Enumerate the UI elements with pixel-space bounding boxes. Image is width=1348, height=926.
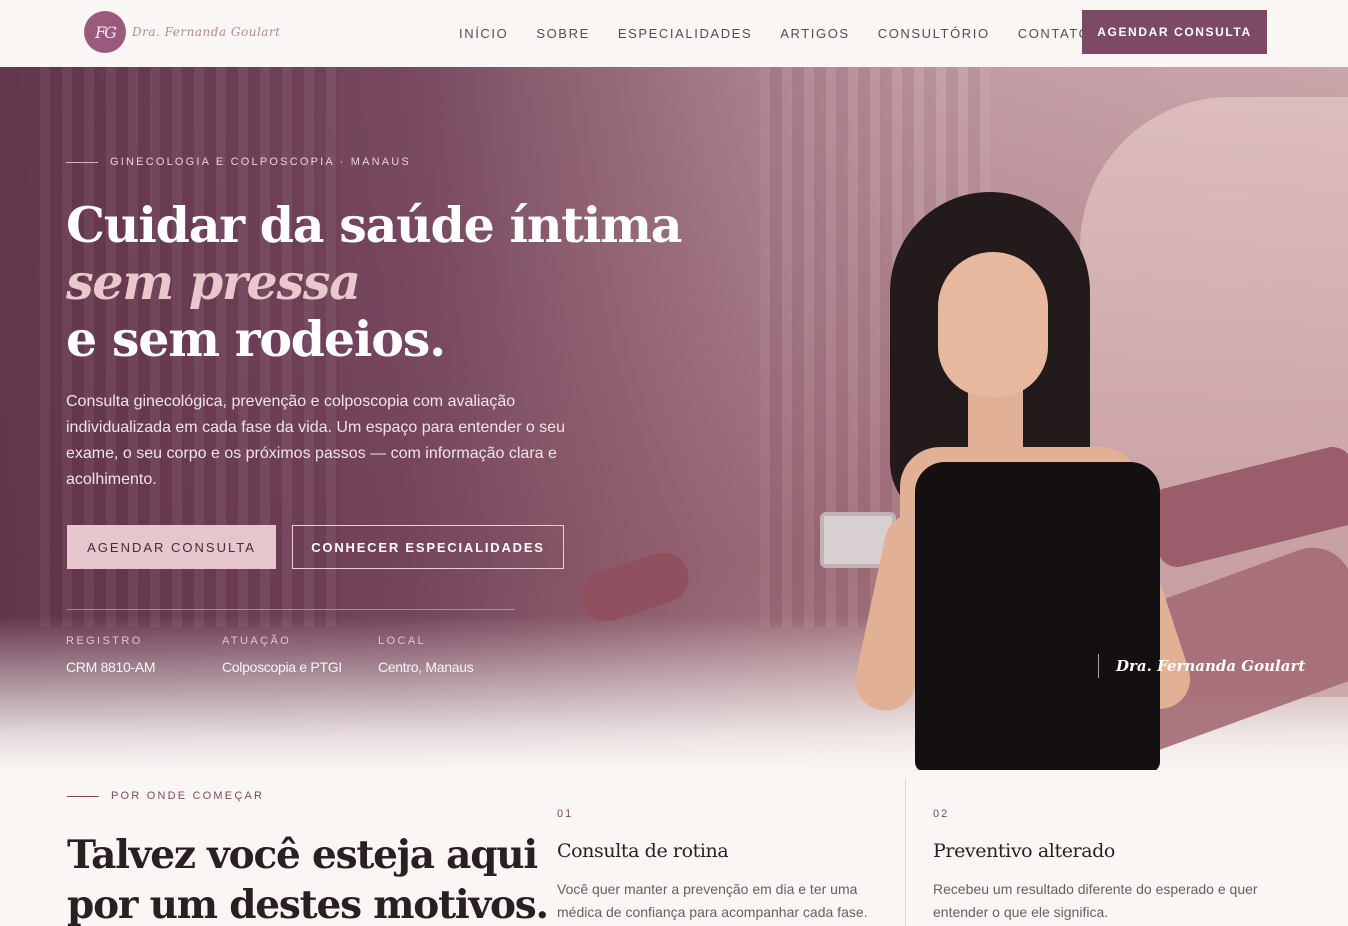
fact-value: Colposcopia e PTGI [222,659,342,675]
hero-title-line3: e sem rodeios. [66,310,446,368]
header-schedule-button[interactable]: AGENDAR CONSULTA [1082,10,1267,54]
eyebrow-line [67,795,99,797]
card-number: 02 [933,808,950,820]
doctor-signature: Dra. Fernanda Goulart [1098,654,1305,678]
nav-artigos[interactable]: ARTIGOS [780,26,849,41]
card-separator [905,778,906,926]
hero: GINECOLOGIA E COLPOSCOPIA · MANAUS Cuida… [0,67,1348,770]
hero-lead: Consulta ginecológica, prevenção e colpo… [66,393,565,488]
reasons-title: Talvez você esteja aqui por um destes mo… [67,830,549,926]
fact-value: Centro, Manaus [378,659,474,675]
reasons-title-line1: Talvez você esteja aqui [67,832,538,878]
stirrup-decoration [574,546,696,628]
eyebrow-line [66,161,98,163]
hero-title: Cuidar da saúde íntima sem pressa e sem … [66,196,683,368]
card-title: Consulta de rotina [557,840,729,862]
reason-card[interactable]: 02 Preventivo alterado Recebeu um result… [933,778,1263,924]
fact-value: CRM 8810-AM [66,659,156,675]
fact-label: REGISTRO [66,635,143,647]
nav-consultorio[interactable]: CONSULTÓRIO [878,26,990,41]
nav-especialidades[interactable]: ESPECIALIDADES [618,26,752,41]
hero-title-line2: sem pressa [66,253,361,311]
main-nav: INÍCIO SOBRE ESPECIALIDADES ARTIGOS CONS… [459,0,1090,67]
card-text: Recebeu um resultado diferente do espera… [933,881,1258,920]
hero-title-line1: Cuidar da saúde íntima [66,196,683,254]
site-header: FG Dra. Fernanda Goulart INÍCIO SOBRE ES… [0,0,1348,67]
logo-script: Dra. Fernanda Goulart [132,25,281,39]
reasons-title-line2: por um destes motivos. [67,882,549,926]
nav-sobre[interactable]: SOBRE [536,26,590,41]
nav-contato[interactable]: CONTATO [1018,26,1091,41]
fact-atuacao: ATUAÇÃO Colposcopia e PTGI [222,635,378,675]
reasons-eyebrow-text: POR ONDE COMEÇAR [111,790,265,802]
hero-schedule-button[interactable]: AGENDAR CONSULTA [67,525,276,569]
fact-label: ATUAÇÃO [222,635,292,647]
fact-label: LOCAL [378,635,427,647]
hero-eyebrow-text: GINECOLOGIA E COLPOSCOPIA · MANAUS [110,156,411,168]
card-title: Preventivo alterado [933,840,1115,862]
fact-registro: REGISTRO CRM 8810-AM [66,635,222,675]
hero-specialties-button[interactable]: CONHECER ESPECIALIDADES [292,525,564,569]
logo[interactable]: FG Dra. Fernanda Goulart [84,11,281,53]
hero-eyebrow: GINECOLOGIA E COLPOSCOPIA · MANAUS [66,156,411,168]
nav-inicio[interactable]: INÍCIO [459,26,508,41]
doctor-portrait [849,192,1198,770]
fact-local: LOCAL Centro, Manaus [378,635,534,675]
reasons-section: POR ONDE COMEÇAR Talvez você esteja aqui… [0,770,1348,926]
card-text: Você quer manter a prevenção em dia e te… [557,881,868,920]
hero-facts: REGISTRO CRM 8810-AM ATUAÇÃO Colposcopia… [66,635,534,675]
card-number: 01 [557,808,574,820]
reasons-eyebrow: POR ONDE COMEÇAR [67,790,264,802]
reason-card[interactable]: 01 Consulta de rotina Você quer manter a… [557,778,887,924]
logo-monogram: FG [84,11,126,53]
hero-divider [67,609,515,610]
